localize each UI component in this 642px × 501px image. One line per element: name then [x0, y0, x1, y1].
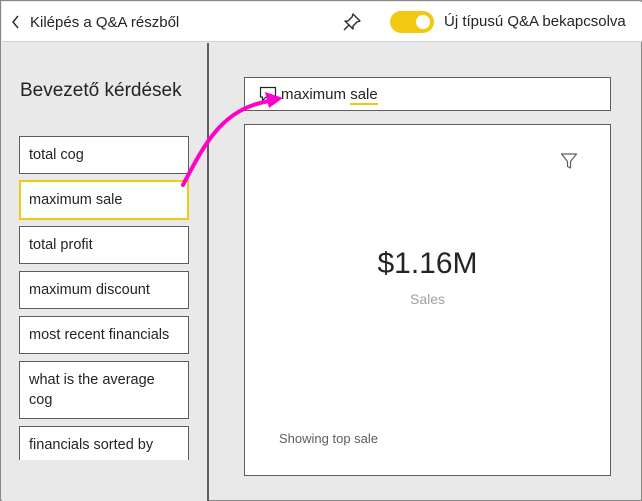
exit-qa-label: Kilépés a Q&A részből — [30, 13, 180, 31]
question-item-selected[interactable]: maximum sale — [19, 180, 189, 220]
pin-icon[interactable] — [342, 12, 362, 32]
qa-query-text: maximum sale — [281, 85, 378, 105]
kpi-label: Sales — [409, 291, 446, 307]
query-word-highlighted: sale — [350, 85, 378, 105]
question-item[interactable]: maximum discount — [19, 271, 189, 309]
new-qa-toggle-label: Új típusú Q&A bekapcsolva — [444, 13, 626, 30]
intro-questions-panel: Bevezető kérdések total cog maximum sale… — [2, 43, 209, 501]
question-item[interactable]: total cog — [19, 136, 189, 174]
query-word: maximum — [281, 85, 347, 103]
toggle-knob — [416, 15, 430, 29]
qa-window: Kilépés a Q&A részből Új típusú Q&A beka… — [0, 0, 642, 501]
exit-qa-button[interactable]: Kilépés a Q&A részből — [11, 12, 179, 32]
question-list[interactable]: total cog maximum sale total profit maxi… — [19, 136, 189, 460]
question-item[interactable]: total profit — [19, 226, 189, 264]
question-item[interactable]: what is the average cog — [19, 361, 189, 419]
new-qa-toggle[interactable] — [390, 11, 434, 33]
question-item[interactable]: financials sorted by — [19, 426, 189, 460]
panel-title: Bevezető kérdések — [20, 80, 182, 101]
question-item[interactable]: most recent financials — [19, 316, 189, 354]
kpi-value: $1.16M — [377, 247, 478, 280]
answer-visual-card: $1.16M Sales Showing top sale — [244, 124, 611, 476]
filter-icon[interactable] — [560, 152, 578, 170]
answer-footer: Showing top sale — [279, 431, 379, 446]
chevron-left-icon — [12, 15, 19, 29]
chat-icon — [259, 86, 277, 102]
qa-question-input[interactable]: maximum sale — [244, 77, 611, 111]
top-bar: Kilépés a Q&A részből Új típusú Q&A beka… — [2, 2, 642, 42]
